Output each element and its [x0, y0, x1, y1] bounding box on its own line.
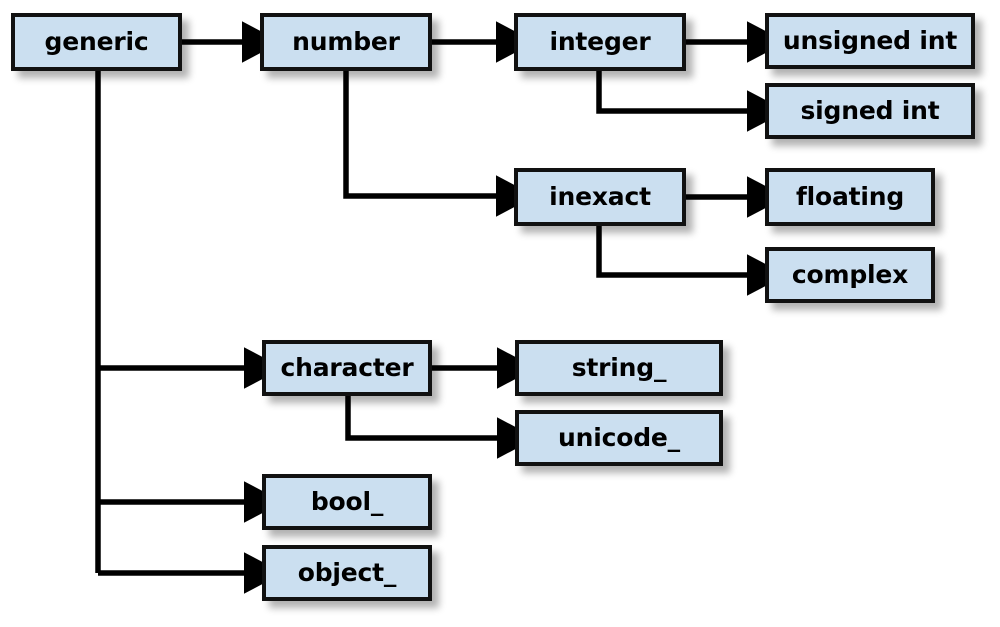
- node-complex[interactable]: complex: [765, 247, 935, 303]
- node-label-floating: floating: [795, 181, 905, 211]
- node-label-character: character: [280, 352, 414, 382]
- node-label-integer: integer: [549, 26, 651, 56]
- node-string[interactable]: string_: [515, 340, 723, 396]
- node-label-string: string_: [571, 352, 667, 382]
- node-signed-int[interactable]: signed int: [765, 83, 975, 139]
- edge-number-inexact: [343, 71, 536, 217]
- node-generic[interactable]: generic: [11, 13, 182, 71]
- node-character[interactable]: character: [262, 340, 432, 396]
- node-inexact[interactable]: inexact: [514, 168, 686, 226]
- edge-integer-signed-int: [596, 71, 787, 132]
- node-object[interactable]: object_: [262, 545, 432, 601]
- node-integer[interactable]: integer: [514, 13, 686, 71]
- node-label-unicode: unicode_: [558, 422, 680, 452]
- node-unicode[interactable]: unicode_: [515, 410, 723, 466]
- node-label-signed-int: signed int: [800, 95, 940, 125]
- node-bool[interactable]: bool_: [262, 474, 432, 530]
- node-label-complex: complex: [791, 259, 909, 289]
- type-hierarchy-diagram: generic number integer unsigned int sign…: [0, 0, 1000, 627]
- node-label-inexact: inexact: [549, 181, 651, 211]
- edge-inexact-complex: [596, 226, 787, 296]
- node-label-generic: generic: [44, 26, 149, 56]
- node-floating[interactable]: floating: [765, 168, 935, 226]
- node-label-unsigned-int: unsigned int: [782, 25, 958, 55]
- node-label-number: number: [292, 26, 400, 56]
- node-number[interactable]: number: [260, 13, 432, 71]
- node-label-bool: bool_: [310, 486, 384, 516]
- node-label-object: object_: [297, 557, 397, 587]
- node-unsigned-int[interactable]: unsigned int: [765, 13, 975, 69]
- edge-character-unicode: [345, 396, 537, 459]
